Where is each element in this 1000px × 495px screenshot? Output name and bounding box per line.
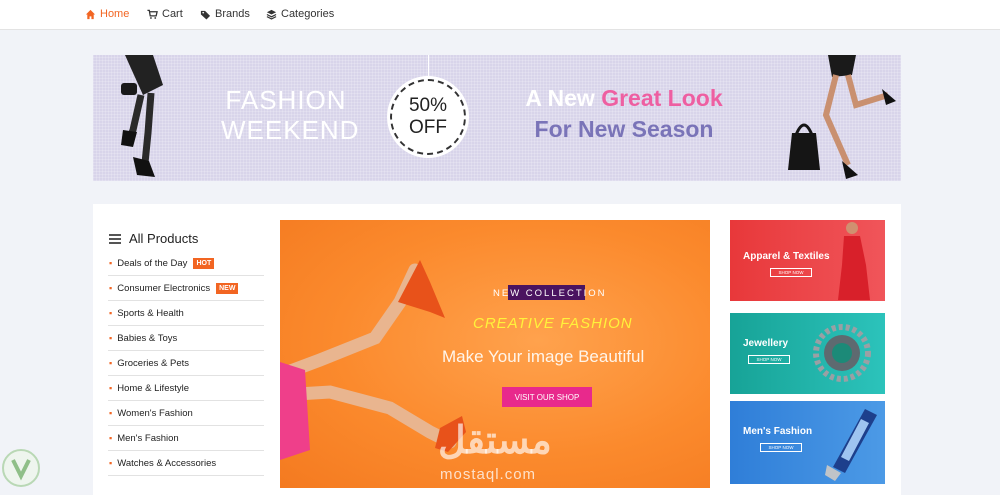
category-label: Consumer Electronics [117,282,211,294]
category-label: Babies & Toys [117,332,178,344]
category-label: Groceries & Pets [117,357,190,369]
all-products-title: All Products [129,231,199,246]
shop-now-button[interactable]: SHOP NOW [748,355,790,364]
banner-line-2: WEEKEND [221,115,360,145]
category-item-babies[interactable]: ▪ Babies & Toys [108,326,264,351]
promo-banner[interactable]: FASHION WEEKEND 50% OFF A New Great Look… [93,55,901,181]
discount-off-label: OFF [409,117,447,138]
nav-brands[interactable]: Brands [200,8,250,20]
promo-card-mens[interactable]: Men's Fashion SHOP NOW [730,401,885,484]
category-item-sports[interactable]: ▪ Sports & Health [108,301,264,326]
category-label: Home & Lifestyle [117,382,190,394]
hot-tag: HOT [193,257,215,269]
nav-brands-label: Brands [215,8,250,20]
promo-title-mens: Men's Fashion [743,426,813,437]
bullet-icon: ▪ [109,433,113,443]
watermark-arabic: مستقل [438,420,552,462]
nav-home-label: Home [100,8,130,20]
tags-icon [200,10,211,20]
new-collection-label: NEW COLLECTION [493,288,607,299]
category-label: Men's Fashion [117,432,179,444]
promo-title-apparel: Apparel & Textiles [743,251,830,262]
banner-tagline-2: For New Season [534,116,714,142]
bullet-icon: ▪ [109,383,113,393]
promo-card-apparel[interactable]: Apparel & Textiles SHOP NOW [730,220,885,301]
shop-now-button[interactable]: SHOP NOW [760,443,802,452]
home-icon [85,9,96,19]
category-item-electronics[interactable]: ▪ Consumer Electronics NEW [108,276,264,301]
nav-cart[interactable]: Cart [147,8,183,20]
trimmer-illustration [825,409,877,481]
promo-title-jewellery: Jewellery [743,338,789,349]
shop-now-button[interactable]: SHOP NOW [770,268,812,277]
hamburger-menu-icon [109,233,121,244]
bullet-icon: ▪ [109,283,113,293]
visit-our-shop-button[interactable]: VISIT OUR SHOP [502,387,592,407]
banner-tagline-1: A New Great Look [513,85,735,112]
dress-model-illustration [838,222,870,300]
bullet-icon: ▪ [109,258,113,268]
model-legs-illustration [121,55,163,177]
nav-cart-label: Cart [162,8,183,20]
category-item-deals[interactable]: ▪ Deals of the Day HOT [108,251,264,276]
layers-icon [266,9,277,20]
creative-fashion-headline: CREATIVE FASHION [473,315,633,332]
category-item-womens[interactable]: ▪ Women's Fashion [108,401,264,426]
category-item-groceries[interactable]: ▪ Groceries & Pets [108,351,264,376]
category-label: Watches & Accessories [117,457,217,469]
category-label: Women's Fashion [117,407,193,419]
cart-icon [147,9,158,19]
nav-categories[interactable]: Categories [266,8,334,20]
category-item-home[interactable]: ▪ Home & Lifestyle [108,376,264,401]
bullet-icon: ▪ [109,358,113,368]
all-products-header[interactable]: All Products [109,231,198,246]
discount-badge: 50% OFF [387,76,469,158]
bullet-icon: ▪ [109,408,113,418]
bullet-icon: ▪ [109,333,113,343]
fashion-weekend-title: FASHION WEEKEND [221,85,360,145]
banner-line-1: FASHION [225,85,347,115]
bullet-icon: ▪ [109,458,113,468]
top-nav: Home Cart Brands Categories [0,0,1000,30]
category-label: Deals of the Day [117,257,188,269]
nav-home[interactable]: Home [85,8,129,20]
badge-string [428,55,429,79]
hero-subhead: Make Your image Beautiful [442,347,645,366]
category-label: Sports & Health [117,307,184,319]
category-list: ▪ Deals of the Day HOT ▪ Consumer Electroni… [108,251,264,476]
tagline-a: A New [525,85,595,111]
category-item-watches[interactable]: ▪ Watches & Accessories [108,451,264,476]
watermark-latin: mostaql.com [440,466,537,483]
brooch-illustration [813,324,871,382]
category-item-mens[interactable]: ▪ Men's Fashion [108,426,264,451]
promo-card-jewellery[interactable]: Jewellery SHOP NOW [730,313,885,394]
shield-logo-icon [2,449,40,487]
bullet-icon: ▪ [109,308,113,318]
tagline-b: Great Look [601,85,723,111]
model-bag-illustration [788,55,896,179]
nav-categories-label: Categories [281,8,335,20]
discount-percent: 50% [408,95,448,116]
new-tag: NEW [216,282,239,294]
